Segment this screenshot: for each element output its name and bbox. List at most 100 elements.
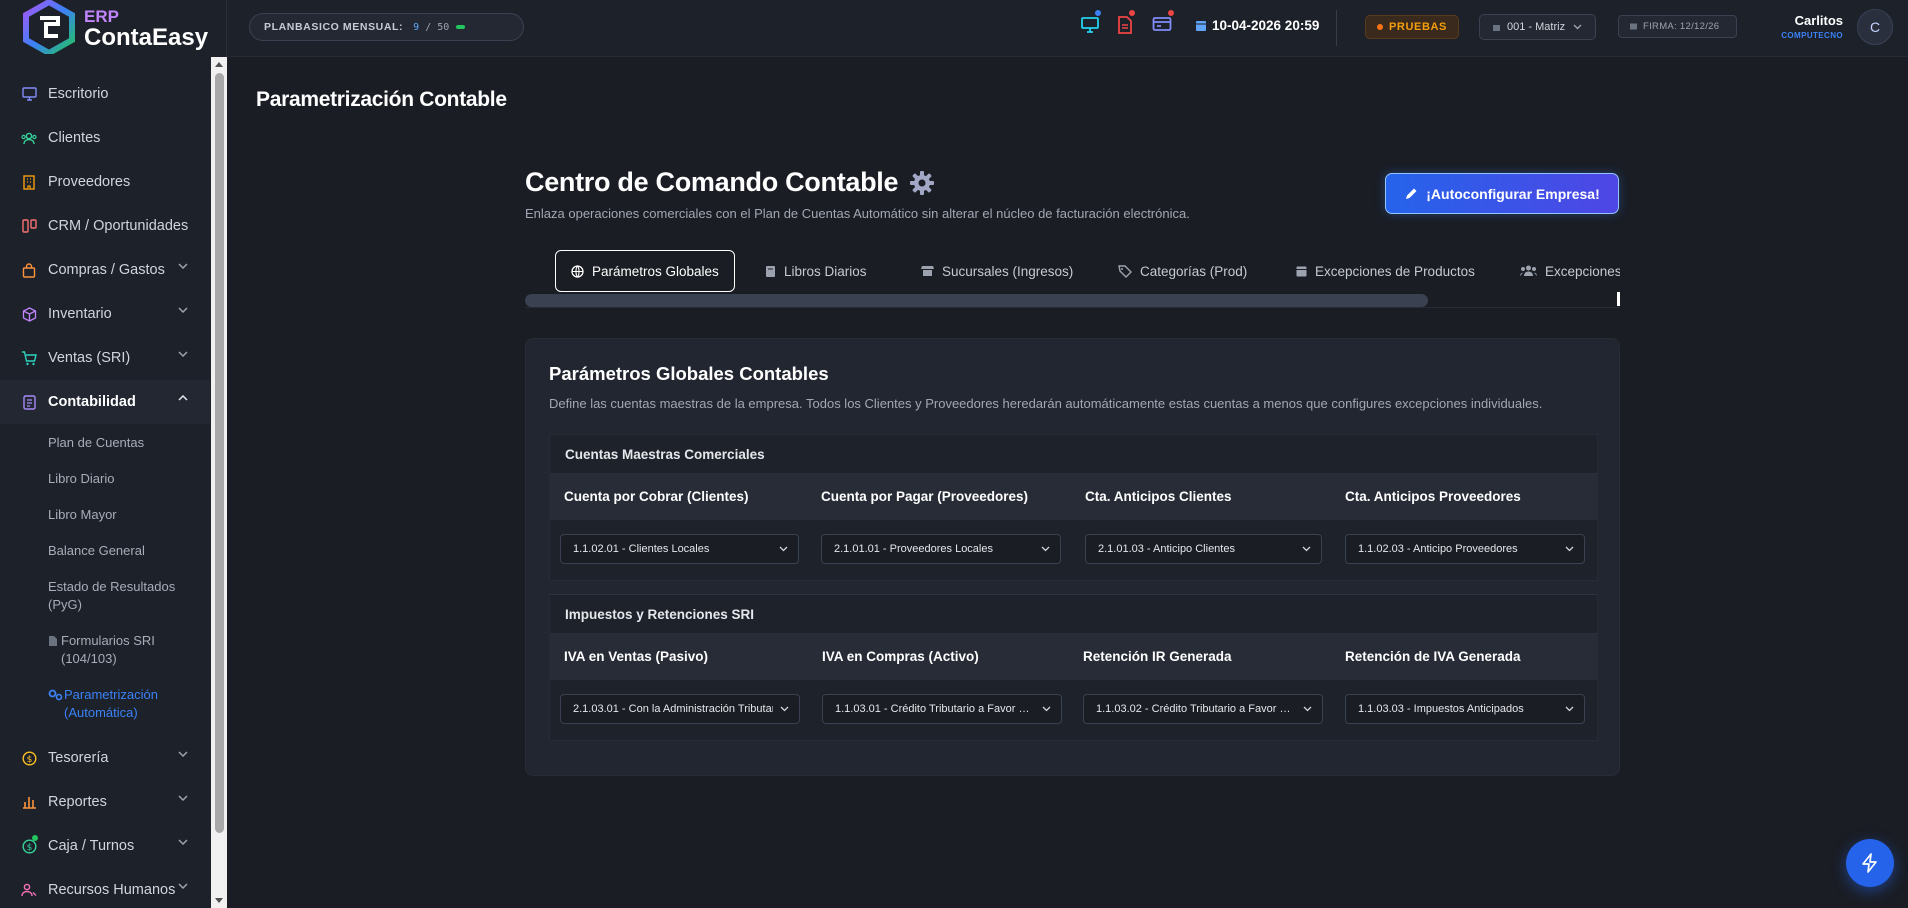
tab-categorias[interactable]: Categorías (Prod)	[1118, 250, 1247, 292]
anticipos-proveedores-select[interactable]: 1.1.02.03 - Anticipo Proveedores	[1345, 534, 1585, 564]
environment-badge: PRUEBAS	[1365, 15, 1459, 39]
cuenta-cobrar-select[interactable]: 1.1.02.01 - Clientes Locales	[560, 534, 799, 564]
scrollbar-thumb[interactable]	[215, 73, 224, 833]
sidebar-item-clientes[interactable]: Clientes	[0, 116, 210, 160]
plan-usage-pill[interactable]: PLANBASICO MENSUAL: 9 / 50	[249, 13, 524, 41]
chevron-down-icon	[178, 351, 188, 357]
chevron-down-icon	[1303, 706, 1312, 712]
sidebar-item-crm[interactable]: CRM / Oportunidades	[0, 204, 210, 248]
plan-count: 9 / 50	[413, 22, 449, 33]
box-icon	[21, 306, 37, 322]
column-header: IVA en Ventas (Pasivo)	[564, 649, 709, 664]
tab-scroll-edge	[1617, 292, 1620, 306]
datetime-text: 10-04-2026 20:59	[1212, 18, 1320, 33]
anticipos-clientes-select[interactable]: 2.1.01.03 - Anticipo Clientes	[1085, 534, 1322, 564]
sidebar-item-proveedores[interactable]: Proveedores	[0, 160, 210, 204]
sidebar-item-label: Ventas (SRI)	[48, 350, 131, 366]
firma-text: FIRMA: 12/12/26	[1643, 21, 1720, 32]
submenu-libro-mayor[interactable]: Libro Mayor	[48, 506, 210, 524]
contabilidad-submenu: Plan de Cuentas Libro Diario Libro Mayor…	[0, 424, 210, 722]
quick-action-button[interactable]	[1846, 839, 1894, 887]
tab-label: Parámetros Globales	[592, 263, 719, 279]
tab-excepciones[interactable]: Excepciones	[1520, 250, 1620, 292]
sidebar-item-reportes[interactable]: Reportes	[0, 780, 210, 824]
scroll-down-arrow-icon[interactable]	[215, 898, 223, 903]
sidebar-item-ventas[interactable]: Ventas (SRI)	[0, 336, 210, 380]
chevron-down-icon	[1302, 546, 1311, 552]
bar-chart-icon	[21, 794, 37, 810]
table-header-row: IVA en Ventas (Pasivo) IVA en Compras (A…	[550, 634, 1597, 680]
user-company: COMPUTECNO	[1781, 31, 1843, 40]
submenu-formularios-sri-row[interactable]: Formularios SRI (104/103)	[48, 632, 210, 668]
tab-sucursales[interactable]: Sucursales (Ingresos)	[921, 250, 1073, 292]
notification-dot	[1168, 10, 1174, 16]
submenu-libro-diario[interactable]: Libro Diario	[48, 470, 210, 488]
brand-logo[interactable]: ERP ContaEasy	[0, 0, 227, 57]
retencion-iva-select[interactable]: 1.1.03.03 - Impuestos Anticipados	[1345, 694, 1585, 724]
chevron-down-icon	[1565, 706, 1574, 712]
kanban-icon	[21, 218, 37, 234]
select-value: 1.1.02.01 - Clientes Locales	[573, 543, 710, 555]
tag-icon	[1118, 264, 1132, 278]
iva-compras-select[interactable]: 1.1.03.01 - Crédito Tributario a Favor d…	[822, 694, 1062, 724]
sidebar-item-label: Inventario	[48, 306, 112, 322]
submenu-estado-resultados[interactable]: Estado de Resultados (PyG)	[48, 578, 188, 614]
submenu-parametrizacion-row[interactable]: Parametrización (Automática)	[48, 686, 210, 722]
desktop-icon[interactable]	[1080, 10, 1101, 36]
building-icon	[21, 174, 37, 190]
submenu-plan-de-cuentas[interactable]: Plan de Cuentas	[48, 434, 210, 452]
cart-icon	[21, 350, 37, 366]
globe-icon	[571, 264, 584, 278]
sidebar-item-escritorio[interactable]: Escritorio	[0, 72, 210, 116]
table-row: 2.1.03.01 - Con la Administración Tribut…	[550, 680, 1597, 740]
retencion-ir-select[interactable]: 1.1.03.02 - Crédito Tributario a Favor d…	[1083, 694, 1323, 724]
tab-label: Sucursales (Ingresos)	[942, 263, 1074, 279]
plan-used: 9	[413, 21, 420, 33]
tab-scrollbar[interactable]	[525, 292, 1620, 308]
iva-ventas-select[interactable]: 2.1.03.01 - Con la Administración Tribut…	[560, 694, 800, 724]
tab-excepciones-productos[interactable]: Excepciones de Productos	[1296, 250, 1475, 292]
document-icon	[21, 394, 37, 410]
sidebar-item-tesoreria[interactable]: $ Tesorería	[0, 736, 210, 780]
users-icon	[21, 130, 37, 146]
column-header: IVA en Compras (Activo)	[822, 649, 979, 664]
command-title-text: Centro de Comando Contable	[525, 167, 899, 197]
tab-label: Excepciones	[1545, 263, 1620, 279]
sidebar-scrollbar[interactable]	[211, 57, 227, 908]
sidebar-item-contabilidad[interactable]: Contabilidad	[0, 380, 210, 424]
cuenta-pagar-select[interactable]: 2.1.01.01 - Proveedores Locales	[821, 534, 1061, 564]
avatar[interactable]: C	[1857, 9, 1893, 45]
sidebar-nav: Escritorio Clientes Proveedores CRM / Op…	[0, 72, 210, 908]
gear-icon	[910, 170, 935, 195]
table-header-row: Cuenta por Cobrar (Clientes) Cuenta por …	[550, 474, 1597, 520]
calendar-icon	[1296, 265, 1307, 277]
sidebar-item-label: Tesorería	[48, 750, 109, 766]
sidebar-item-compras[interactable]: Compras / Gastos	[0, 248, 210, 292]
datetime-display: 10-04-2026 20:59	[1195, 18, 1319, 33]
tab-scrollbar-thumb[interactable]	[525, 294, 1428, 307]
autoconfigure-button[interactable]: ¡Autoconfigurar Empresa!	[1385, 173, 1619, 214]
users-group-icon	[1520, 265, 1537, 277]
scroll-up-arrow-icon[interactable]	[215, 62, 223, 67]
tab-label: Excepciones de Productos	[1315, 263, 1475, 279]
sidebar-item-inventario[interactable]: Inventario	[0, 292, 210, 336]
column-header: Retención de IVA Generada	[1345, 649, 1521, 664]
sidebar-item-label: Caja / Turnos	[48, 838, 135, 854]
credit-card-icon[interactable]	[1152, 10, 1174, 36]
pdf-document-icon[interactable]	[1117, 10, 1137, 36]
select-value: 2.1.03.01 - Con la Administración Tribut…	[573, 703, 773, 715]
branch-select[interactable]: 001 - Matriz	[1479, 14, 1596, 40]
select-value: 1.1.03.01 - Crédito Tributario a Favor d…	[835, 703, 1035, 715]
submenu-balance-general[interactable]: Balance General	[48, 542, 210, 560]
tab-parametros-globales[interactable]: Parámetros Globales	[555, 250, 735, 292]
tab-libros-diarios[interactable]: Libros Diarios	[765, 250, 867, 292]
user-name[interactable]: Carlitos	[1763, 13, 1843, 28]
notification-dot	[1129, 10, 1135, 16]
branch-value: 001 - Matriz	[1507, 21, 1566, 33]
sidebar-item-caja[interactable]: $ Caja / Turnos	[0, 824, 210, 868]
sidebar-item-rrhh[interactable]: Recursos Humanos	[0, 868, 210, 908]
chevron-down-icon	[780, 706, 789, 712]
select-value: 2.1.01.01 - Proveedores Locales	[834, 543, 993, 555]
chevron-down-icon	[178, 795, 188, 801]
section-title: Cuentas Maestras Comerciales	[550, 435, 1597, 474]
